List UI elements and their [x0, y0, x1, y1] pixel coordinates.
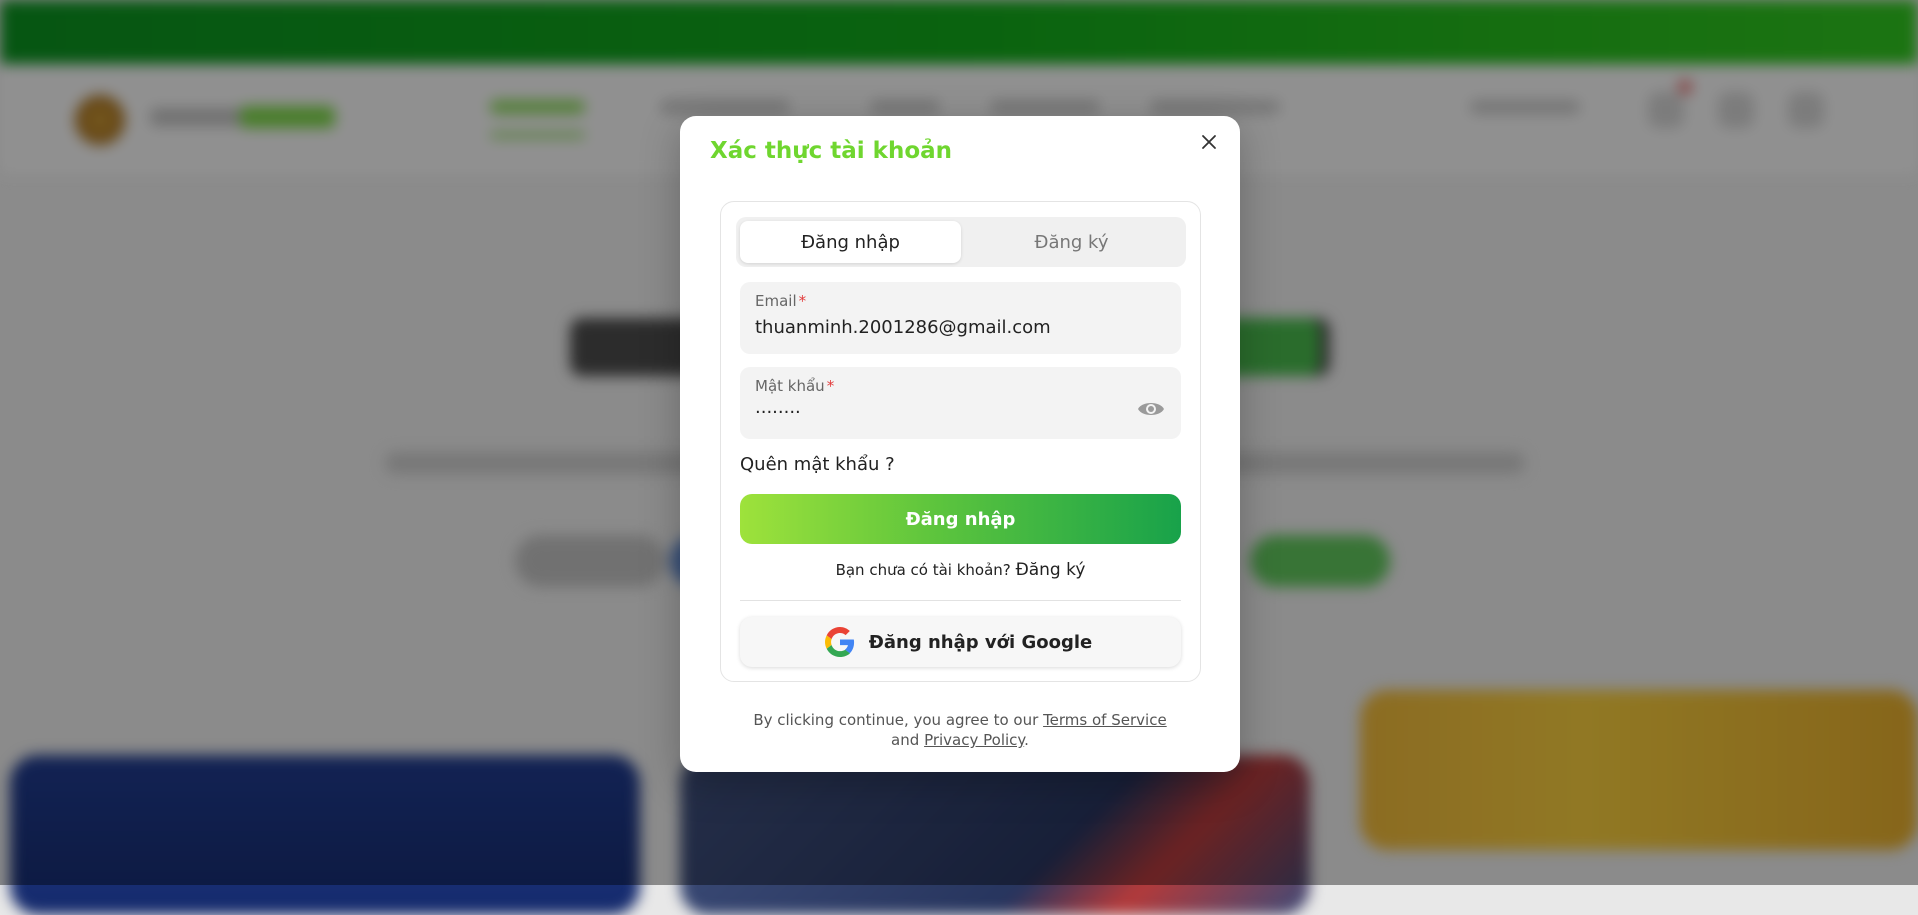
terms-notice: By clicking continue, you agree to our T… — [680, 710, 1240, 750]
signup-prompt: Bạn chưa có tài khoản? Đăng ký — [721, 560, 1200, 580]
no-account-text: Bạn chưa có tài khoản? — [835, 561, 1011, 579]
signup-link[interactable]: Đăng ký — [1016, 560, 1086, 580]
auth-form-card: Đăng nhập Đăng ký Email* Mật khẩu* Quên … — [720, 201, 1201, 682]
google-login-label: Đăng nhập với Google — [868, 631, 1093, 653]
modal-title: Xác thực tài khoản — [710, 138, 953, 164]
terms-of-service-link[interactable]: Terms of Service — [1043, 711, 1167, 729]
password-field[interactable]: Mật khẩu * — [740, 367, 1181, 439]
tab-register[interactable]: Đăng ký — [961, 221, 1182, 263]
eye-icon — [1138, 403, 1164, 415]
toggle-password-button[interactable] — [1137, 397, 1165, 421]
privacy-policy-link[interactable]: Privacy Policy — [924, 731, 1024, 749]
email-label: Email * — [755, 292, 807, 310]
close-icon — [1202, 134, 1216, 149]
auth-modal: Xác thực tài khoản Đăng nhập Đăng ký Ema… — [680, 116, 1240, 772]
password-label: Mật khẩu * — [755, 377, 835, 395]
email-field[interactable]: Email * — [740, 282, 1181, 354]
google-login-button[interactable]: Đăng nhập với Google — [740, 617, 1181, 667]
auth-tabs: Đăng nhập Đăng ký — [736, 217, 1186, 267]
terms-and: and — [891, 731, 920, 749]
forgot-password-link[interactable]: Quên mật khẩu ? — [740, 454, 895, 475]
terms-suffix: . — [1024, 731, 1029, 749]
login-button[interactable]: Đăng nhập — [740, 494, 1181, 544]
tab-login[interactable]: Đăng nhập — [740, 221, 961, 263]
password-input[interactable] — [755, 402, 1125, 423]
email-input[interactable] — [755, 317, 1125, 338]
divider — [740, 600, 1181, 601]
close-button[interactable] — [1196, 130, 1222, 156]
terms-prefix: By clicking continue, you agree to our — [753, 711, 1039, 729]
google-icon — [824, 627, 854, 657]
